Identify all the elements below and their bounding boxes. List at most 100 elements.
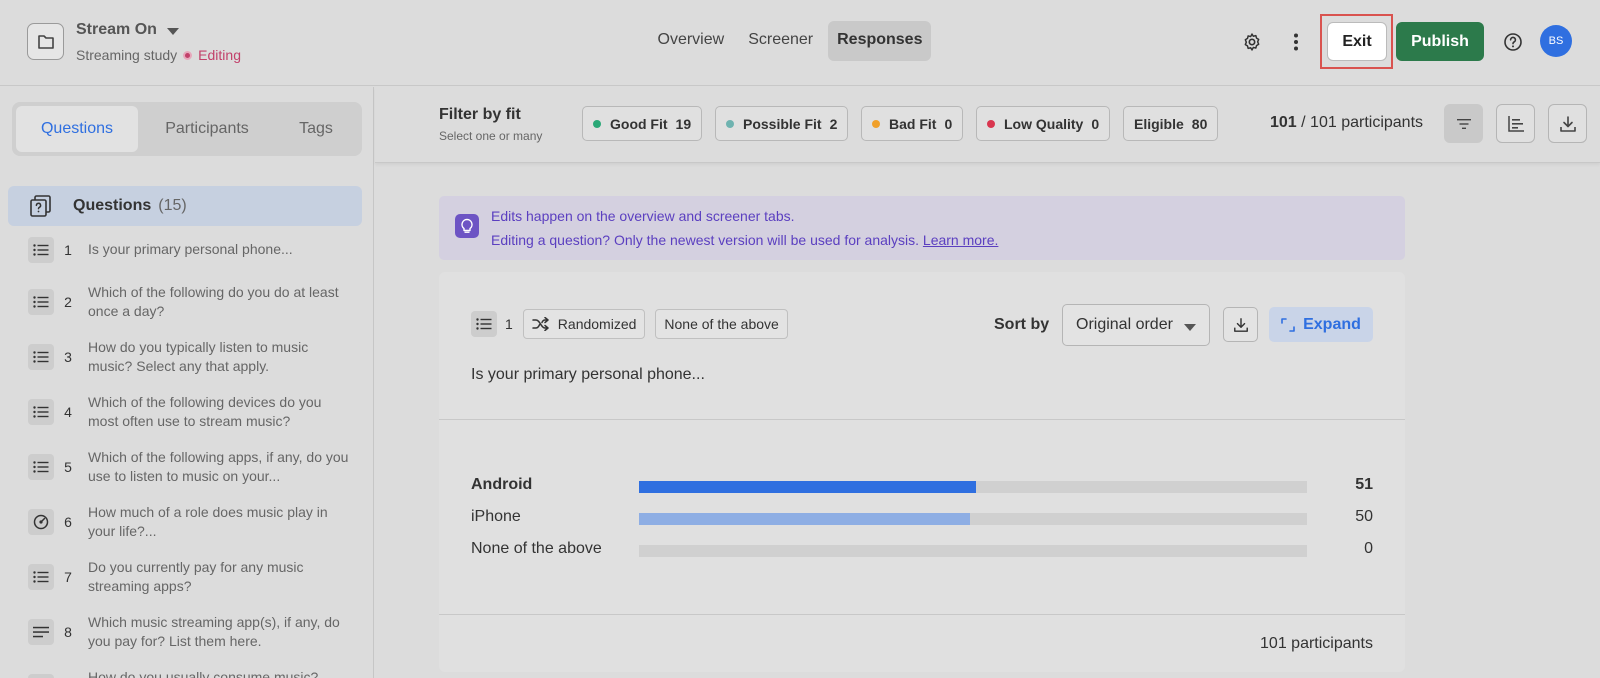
chip-label: Possible Fit xyxy=(743,115,822,132)
question-number: 1 xyxy=(505,316,513,332)
question-text: Which of the following do you do at leas… xyxy=(88,284,339,319)
project-subtitle: Streaming study Editing xyxy=(76,47,241,63)
list-icon xyxy=(28,344,54,370)
sort-select-value: Original order xyxy=(1076,316,1173,333)
sort-select[interactable]: Original order xyxy=(1062,304,1210,346)
filter-lines-icon xyxy=(1456,118,1471,129)
chip-label: Bad Fit xyxy=(889,115,937,132)
question-text: How much of a role does music play in yo… xyxy=(88,504,328,539)
bar-fill-iphone xyxy=(639,513,970,525)
divider xyxy=(439,419,1405,420)
question-stack-icon xyxy=(29,194,53,218)
sort-by-label: Sort by xyxy=(994,316,1050,333)
participants-total: / 101 participants xyxy=(1301,114,1424,131)
chip-label: Low Quality xyxy=(1004,115,1084,132)
chevron-down-icon xyxy=(1184,324,1196,331)
sidebar-question-5[interactable]: 5 Which of the following apps, if any, d… xyxy=(28,448,358,486)
chart-view-button[interactable] xyxy=(1496,104,1535,143)
sidebar-question-8[interactable]: 8 Which music streaming app(s), if any, … xyxy=(28,613,358,651)
expand-button[interactable]: Expand xyxy=(1269,307,1373,342)
download-icon xyxy=(1559,115,1576,132)
expand-icon xyxy=(1281,317,1295,332)
question-card: 1 Randomized None of the above Sort by O… xyxy=(439,272,1405,672)
top-bar: Stream On Streaming study Editing Overvi… xyxy=(0,0,1600,86)
filter-bar: Filter by fit Select one or many Good Fi… xyxy=(375,87,1600,163)
sidebar: Questions Participants Tags Questions (1… xyxy=(0,87,374,678)
filter-chip-bad-fit[interactable]: Bad Fit 0 xyxy=(861,106,964,141)
sidebar-question-4[interactable]: 4 Which of the following devices do you … xyxy=(28,393,358,431)
question-number: 7 xyxy=(64,569,72,585)
question-card-meta: 1 Randomized None of the above xyxy=(471,309,788,339)
list-icon xyxy=(28,674,54,678)
bar-chart-icon xyxy=(1507,115,1524,132)
sidebar-tab-tags[interactable]: Tags xyxy=(274,106,358,152)
bar-track xyxy=(639,513,1307,525)
question-text: Which of the following devices do you mo… xyxy=(88,394,322,429)
sidebar-tab-participants[interactable]: Participants xyxy=(142,106,272,152)
chip-count: 0 xyxy=(1091,115,1100,132)
filter-chip-possible-fit[interactable]: Possible Fit 2 xyxy=(715,106,849,141)
question-number: 6 xyxy=(64,514,72,530)
question-number: 1 xyxy=(64,242,72,258)
possible-fit-dot xyxy=(726,119,734,128)
avatar[interactable]: BS xyxy=(1540,25,1572,57)
tab-screener[interactable]: Screener xyxy=(739,21,822,61)
sidebar-question-3[interactable]: 3 How do you typically listen to music m… xyxy=(28,338,358,376)
learn-more-link[interactable]: Learn more. xyxy=(923,232,998,248)
sidebar-tab-questions[interactable]: Questions xyxy=(16,106,138,152)
card-download-button[interactable] xyxy=(1223,307,1258,342)
bar-value: 0 xyxy=(1364,540,1373,557)
filter-toggle-button[interactable] xyxy=(1444,104,1483,143)
download-button[interactable] xyxy=(1548,104,1587,143)
bar-label: None of the above xyxy=(471,540,602,557)
chip-count: 0 xyxy=(944,115,953,132)
list-icon xyxy=(28,399,54,425)
editing-status-dot xyxy=(183,50,193,60)
gear-icon[interactable] xyxy=(1240,30,1264,54)
bar-label: Android xyxy=(471,476,533,493)
project-title[interactable]: Stream On xyxy=(76,21,179,39)
list-icon xyxy=(28,454,54,480)
bar-row-iphone: iPhone 50 xyxy=(471,508,1373,528)
question-text: How do you typically listen to music mus… xyxy=(88,339,309,374)
chip-label: Eligible xyxy=(1134,115,1184,132)
filter-title: Filter by fit xyxy=(439,106,521,123)
filter-subtitle: Select one or many xyxy=(439,129,543,143)
list-icon xyxy=(28,237,54,263)
filter-chip-good-fit[interactable]: Good Fit 19 xyxy=(582,106,703,141)
sidebar-tabs: Questions Participants Tags xyxy=(12,102,362,156)
more-vertical-icon[interactable] xyxy=(1286,30,1306,54)
banner-line-2: Editing a question? Only the newest vers… xyxy=(491,232,998,248)
list-icon xyxy=(471,311,497,337)
list-icon xyxy=(28,564,54,590)
chip-count: 19 xyxy=(675,115,692,132)
question-number: 2 xyxy=(64,294,72,310)
help-icon[interactable] xyxy=(1502,31,1524,53)
tab-responses[interactable]: Responses xyxy=(828,21,932,61)
sidebar-question-6[interactable]: 6 How much of a role does music play in … xyxy=(28,503,358,541)
folder-icon[interactable] xyxy=(27,23,64,60)
sidebar-question-9[interactable]: How do you usually consume music? xyxy=(28,668,358,678)
bar-label: iPhone xyxy=(471,508,521,525)
bar-track xyxy=(639,545,1307,557)
question-title: Is your primary personal phone... xyxy=(471,366,705,383)
list-icon xyxy=(28,289,54,315)
questions-header[interactable]: Questions (15) xyxy=(8,186,362,226)
sidebar-question-7[interactable]: 7 Do you currently pay for any music str… xyxy=(28,558,358,596)
sidebar-question-1[interactable]: 1 Is your primary personal phone... xyxy=(28,237,358,263)
publish-button[interactable]: Publish xyxy=(1396,22,1484,61)
filter-chip-low-quality[interactable]: Low Quality 0 xyxy=(976,106,1111,141)
filter-chip-eligible[interactable]: Eligible 80 xyxy=(1123,106,1219,141)
chip-count: 80 xyxy=(1191,115,1208,132)
banner-line-2-text: Editing a question? Only the newest vers… xyxy=(491,232,920,248)
download-icon xyxy=(1233,317,1248,332)
exit-button[interactable]: Exit xyxy=(1327,22,1387,61)
divider xyxy=(439,614,1405,615)
none-of-above-tag: None of the above xyxy=(655,309,788,339)
question-number: 8 xyxy=(64,624,72,640)
sidebar-question-2[interactable]: 2 Which of the following do you do at le… xyxy=(28,283,358,321)
question-number: 5 xyxy=(64,459,72,475)
project-subtitle-text: Streaming study xyxy=(76,47,178,63)
text-lines-icon xyxy=(28,619,54,645)
tab-overview[interactable]: Overview xyxy=(649,21,734,61)
